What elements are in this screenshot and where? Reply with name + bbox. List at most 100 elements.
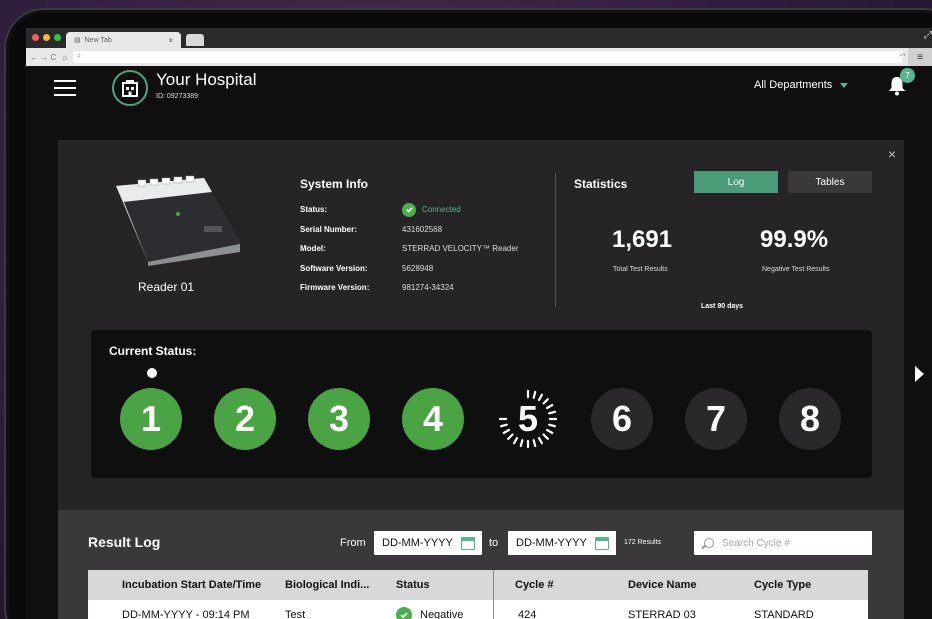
cell-cycle-number: 424	[518, 609, 537, 619]
column-header[interactable]: Cycle #	[515, 570, 554, 600]
info-row-software: Software Version: 5628948	[300, 259, 518, 279]
calendar-icon[interactable]	[460, 536, 475, 550]
column-header[interactable]: Status	[396, 570, 430, 600]
cell-biological-indicator: Test	[285, 609, 306, 619]
browser-urlbar: ← → C ⌂ ⌕ ⌕▾ ≡	[26, 48, 932, 66]
status-step-6: 6	[591, 388, 653, 450]
reader-name: Reader 01	[138, 280, 195, 294]
status-step-5: 5	[497, 388, 559, 450]
url-search-icon: ⌕	[77, 53, 81, 60]
divider	[555, 173, 556, 307]
status-step-3: 3	[308, 388, 370, 450]
current-status-box: Current Status: 1 2 3 4 5 6 7 8	[91, 330, 872, 478]
status-step-5-label: 5	[517, 398, 539, 439]
page-icon: ▤	[74, 37, 81, 44]
info-key: Serial Number:	[300, 224, 357, 234]
result-log-section: Result Log From DD-MM-YYYY to DD-MM-YYYY…	[58, 510, 904, 619]
fullscreen-icon[interactable]: ⤢	[924, 30, 932, 41]
table-header: Incubation Start Date/Time Biological In…	[88, 570, 868, 600]
checkmark-icon	[396, 607, 412, 619]
info-key: Status:	[300, 205, 328, 215]
url-search-option-icon[interactable]: ⌕▾	[899, 52, 906, 60]
status-step-2: 2	[214, 388, 276, 450]
status-step-1: 1	[120, 388, 182, 450]
chevron-down-icon	[840, 82, 849, 88]
statistics-title: Statistics	[574, 177, 628, 191]
search-placeholder: Search Cycle #	[722, 537, 790, 549]
department-dropdown[interactable]: All Departments	[754, 79, 849, 91]
from-label: From	[340, 537, 366, 549]
column-header[interactable]: Device Name	[628, 570, 697, 600]
status-step-7: 7	[685, 388, 747, 450]
results-count: 172 Results	[624, 539, 661, 546]
info-key: Software Version:	[300, 263, 368, 273]
stats-period: Last 90 days	[701, 303, 744, 310]
info-value: Connected	[402, 202, 461, 217]
tab-title: New Tab	[84, 36, 112, 44]
new-tab-button[interactable]	[186, 34, 204, 46]
maximize-window-dot[interactable]	[54, 34, 61, 41]
info-row-serial: Serial Number: 431602568	[300, 220, 518, 240]
next-arrow-icon[interactable]	[915, 366, 924, 382]
search-cycle-input[interactable]: Search Cycle #	[694, 531, 872, 555]
negative-rate-label: Negative Test Results	[762, 266, 830, 273]
checkmark-icon	[402, 202, 416, 217]
system-info-title: System Info	[300, 177, 369, 191]
notification-badge: 7	[900, 68, 915, 83]
hospital-logo-icon	[112, 70, 148, 106]
info-value: 5628948	[402, 263, 434, 273]
close-icon[interactable]: ×	[888, 146, 896, 162]
to-date-value: DD-MM-YYYY	[516, 537, 587, 549]
to-date-field[interactable]: DD-MM-YYYY	[508, 531, 616, 555]
status-connected-label: Connected	[422, 205, 461, 215]
info-row-model: Model: STERRAD VELOCITY™ Reader	[300, 239, 518, 259]
status-step-8: 8	[779, 388, 841, 450]
minimize-window-dot[interactable]	[43, 34, 50, 41]
hamburger-menu-icon[interactable]	[54, 80, 76, 96]
from-date-value: DD-MM-YYYY	[382, 537, 453, 549]
total-tests-value: 1,691	[612, 226, 673, 253]
cell-datetime: DD-MM-YYYY - 09:14 PM	[122, 609, 250, 619]
info-value: 981274-34324	[402, 283, 454, 293]
current-step-marker	[147, 368, 157, 378]
log-button[interactable]: Log	[694, 171, 778, 193]
system-info-list: Status: Connected Serial Number: 4316025…	[300, 200, 518, 298]
column-header[interactable]: Biological Indi...	[285, 570, 369, 600]
hospital-name: Your Hospital	[156, 70, 257, 89]
reader-device-image	[108, 174, 244, 271]
status-label: Negative	[420, 609, 464, 619]
to-label: to	[489, 537, 499, 549]
screen: ▤ New Tab × ⤢ ← → C ⌂ ⌕ ⌕▾ ≡ Your Hospit…	[26, 28, 932, 619]
info-row-status: Status: Connected	[300, 200, 518, 220]
tab-close-icon[interactable]: ×	[168, 36, 173, 45]
negative-rate-value: 99.9%	[760, 226, 829, 253]
column-header[interactable]: Cycle Type	[754, 570, 811, 600]
status-step-4: 4	[402, 388, 464, 450]
calendar-icon[interactable]	[594, 536, 609, 550]
browser-menu-button[interactable]: ≡	[908, 48, 932, 66]
browser-tab[interactable]: ▤ New Tab ×	[66, 32, 181, 48]
search-icon	[704, 538, 714, 548]
current-status-title: Current Status:	[109, 344, 197, 358]
column-divider	[493, 570, 494, 600]
cell-status: Negative	[396, 600, 463, 619]
result-log-title: Result Log	[88, 534, 161, 550]
info-key: Model:	[300, 244, 326, 254]
info-row-firmware: Firmware Version: 981274-34324	[300, 278, 518, 298]
column-header[interactable]: Incubation Start Date/Time	[122, 570, 261, 600]
browser-tabbar: ▤ New Tab × ⤢	[26, 28, 932, 48]
department-label: All Departments	[754, 79, 833, 91]
info-value: 431602568	[402, 224, 443, 234]
table-row[interactable]: DD-MM-YYYY - 09:14 PM Test Negative 424 …	[88, 600, 868, 619]
total-tests-label: Total Test Results	[613, 266, 668, 273]
home-icon[interactable]: ⌂	[62, 53, 67, 62]
url-input[interactable]: ⌕	[73, 51, 902, 63]
close-window-dot[interactable]	[32, 34, 39, 41]
app-header: Your Hospital ID: 09273389 All Departmen…	[26, 66, 932, 122]
tables-button[interactable]: Tables	[788, 171, 872, 193]
cell-cycle-type: STANDARD	[754, 609, 814, 619]
info-key: Firmware Version:	[300, 283, 370, 293]
window-controls	[32, 34, 61, 41]
from-date-field[interactable]: DD-MM-YYYY	[374, 531, 482, 555]
nav-arrows[interactable]: ← → C	[30, 53, 56, 62]
